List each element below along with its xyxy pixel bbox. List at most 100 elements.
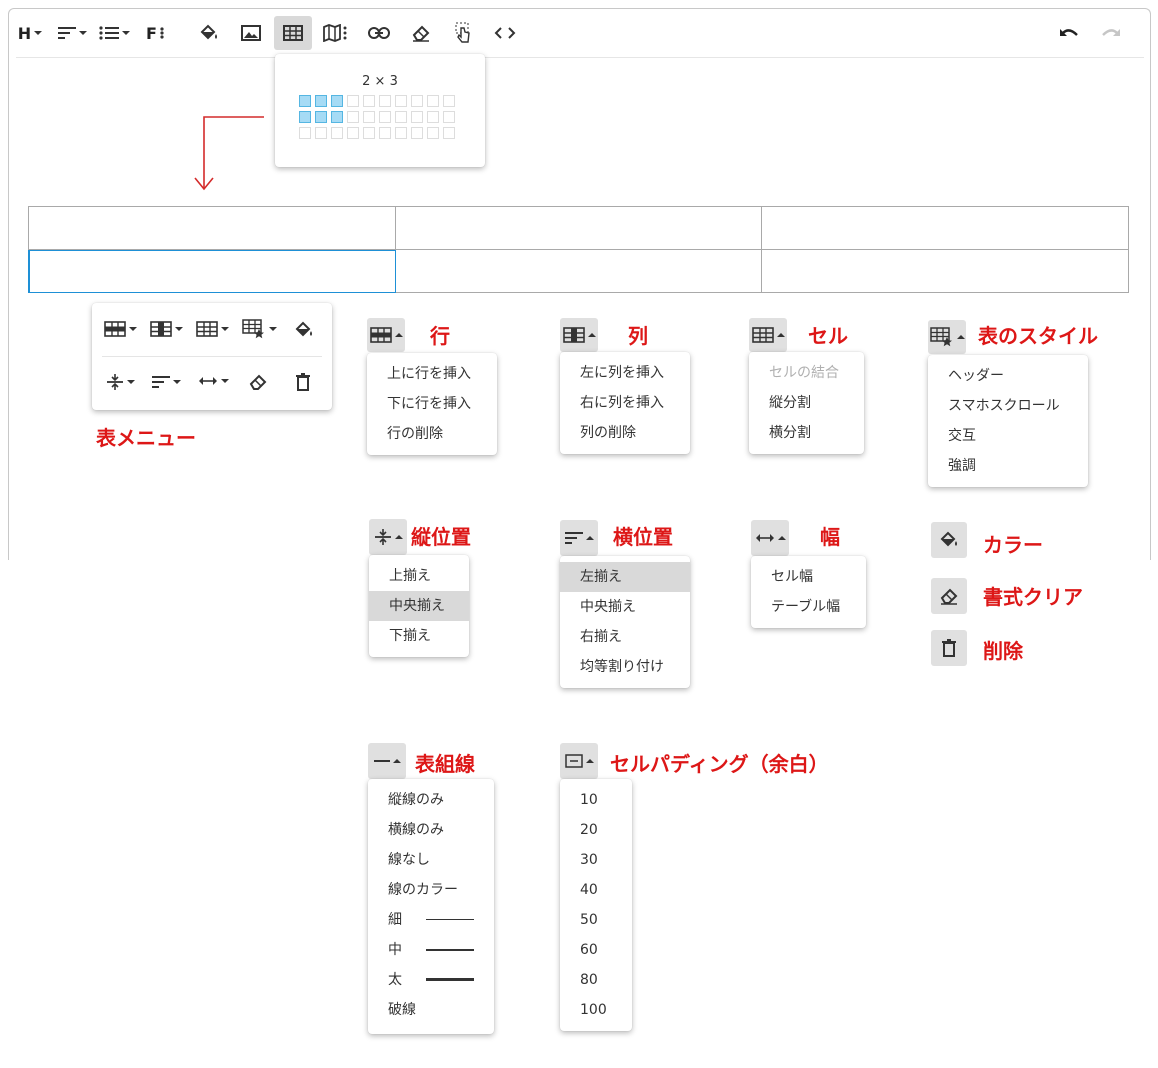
menu-item[interactable]: 100 [560, 995, 632, 1025]
grid-cell-selected[interactable] [299, 111, 311, 123]
menu-item[interactable]: 強調 [928, 451, 1088, 481]
heading-button[interactable]: H [12, 16, 48, 50]
grid-cell[interactable] [395, 95, 407, 107]
grid-cell-selected[interactable] [331, 111, 343, 123]
menu-item[interactable]: スマホスクロール [928, 391, 1088, 421]
image-button[interactable] [236, 16, 266, 50]
fill-color-button[interactable] [194, 16, 224, 50]
menu-item[interactable]: 10 [560, 785, 632, 815]
horizontal-align-menu-button[interactable] [152, 375, 181, 389]
grid-cell[interactable] [363, 95, 375, 107]
menu-item[interactable]: セル幅 [751, 562, 866, 592]
menu-item[interactable]: 40 [560, 875, 632, 905]
menu-item-medium[interactable]: 中 [368, 935, 494, 965]
column-menu-button[interactable] [150, 321, 183, 337]
grid-cell[interactable] [443, 95, 455, 107]
menu-item[interactable]: 交互 [928, 421, 1088, 451]
grid-cell-selected[interactable] [331, 95, 343, 107]
menu-item-thick[interactable]: 太 [368, 965, 494, 995]
map-button[interactable] [320, 16, 350, 50]
grid-cell[interactable] [395, 111, 407, 123]
column-menu-button[interactable] [560, 318, 598, 352]
border-menu-button[interactable] [368, 743, 406, 779]
grid-cell[interactable] [315, 127, 327, 139]
cell-padding-menu-button[interactable] [560, 743, 598, 779]
grid-cell[interactable] [411, 95, 423, 107]
menu-item[interactable]: 左揃え [560, 562, 690, 592]
menu-item[interactable]: ヘッダー [928, 361, 1088, 391]
grid-cell[interactable] [331, 127, 343, 139]
html-source-button[interactable] [490, 16, 520, 50]
menu-item[interactable]: 下揃え [369, 621, 469, 651]
undo-button[interactable] [1054, 16, 1084, 50]
menu-item[interactable]: 線なし [368, 845, 494, 875]
menu-item[interactable]: 列の削除 [560, 418, 690, 448]
menu-item[interactable]: 破線 [368, 995, 494, 1025]
cell-menu-button[interactable] [749, 318, 787, 352]
table-cell[interactable] [761, 206, 1129, 250]
grid-cell-selected[interactable] [299, 95, 311, 107]
menu-item[interactable]: 右に列を挿入 [560, 388, 690, 418]
clear-format-button[interactable] [406, 16, 436, 50]
menu-item[interactable]: 下に行を挿入 [367, 389, 497, 419]
grid-cell[interactable] [363, 111, 375, 123]
table-cell[interactable] [761, 249, 1129, 293]
menu-item[interactable]: 60 [560, 935, 632, 965]
menu-item[interactable]: 縦分割 [749, 388, 864, 418]
row-menu-button[interactable] [367, 318, 405, 352]
redo-button[interactable] [1096, 16, 1126, 50]
grid-cell[interactable] [443, 111, 455, 123]
cell-color-button[interactable] [931, 522, 967, 558]
menu-item[interactable]: 縦線のみ [368, 785, 494, 815]
menu-item[interactable]: 50 [560, 905, 632, 935]
menu-item[interactable]: 線のカラー [368, 875, 494, 905]
grid-cell[interactable] [347, 127, 359, 139]
menu-item[interactable]: 横線のみ [368, 815, 494, 845]
menu-item[interactable]: 80 [560, 965, 632, 995]
text-align-button[interactable] [54, 16, 90, 50]
grid-cell[interactable] [427, 127, 439, 139]
grid-cell[interactable] [395, 127, 407, 139]
grid-cell[interactable] [347, 111, 359, 123]
link-button[interactable] [364, 16, 394, 50]
grid-cell-selected[interactable] [315, 95, 327, 107]
grid-cell[interactable] [299, 127, 311, 139]
menu-item[interactable]: 左に列を挿入 [560, 358, 690, 388]
menu-item[interactable]: テーブル幅 [751, 592, 866, 622]
table-cell[interactable] [395, 249, 762, 293]
table-style-menu-button[interactable] [242, 319, 277, 339]
menu-item[interactable]: 上に行を挿入 [367, 359, 497, 389]
vertical-align-menu-button[interactable] [369, 519, 407, 555]
grid-cell[interactable] [379, 111, 391, 123]
menu-item[interactable]: 30 [560, 845, 632, 875]
grid-cell[interactable] [411, 111, 423, 123]
menu-item[interactable]: 横分割 [749, 418, 864, 448]
menu-item[interactable]: 右揃え [560, 622, 690, 652]
cell-menu-button[interactable] [196, 321, 229, 337]
delete-table-button[interactable] [296, 373, 310, 391]
grid-cell[interactable] [347, 95, 359, 107]
grid-cell[interactable] [427, 111, 439, 123]
grid-cell[interactable] [443, 127, 455, 139]
width-menu-button[interactable] [198, 376, 229, 386]
grid-cell-selected[interactable] [315, 111, 327, 123]
grid-cell[interactable] [379, 127, 391, 139]
table-button[interactable] [274, 16, 312, 50]
menu-item-thin[interactable]: 細 [368, 905, 494, 935]
grid-cell[interactable] [363, 127, 375, 139]
row-menu-button[interactable] [104, 321, 137, 337]
menu-item[interactable]: 中央揃え [560, 592, 690, 622]
cell-color-button[interactable] [294, 321, 314, 339]
clear-format-button[interactable] [248, 373, 268, 391]
menu-item[interactable]: 均等割り付け [560, 652, 690, 682]
menu-item[interactable]: 上揃え [369, 561, 469, 591]
grid-cell[interactable] [411, 127, 423, 139]
menu-item[interactable]: 20 [560, 815, 632, 845]
vertical-align-menu-button[interactable] [106, 373, 135, 391]
list-button[interactable] [96, 16, 132, 50]
button-insert-button[interactable] [448, 16, 478, 50]
table-style-menu-button[interactable] [928, 320, 966, 354]
grid-cell[interactable] [379, 95, 391, 107]
table-cell[interactable] [395, 206, 762, 250]
table-cell[interactable] [28, 206, 396, 250]
